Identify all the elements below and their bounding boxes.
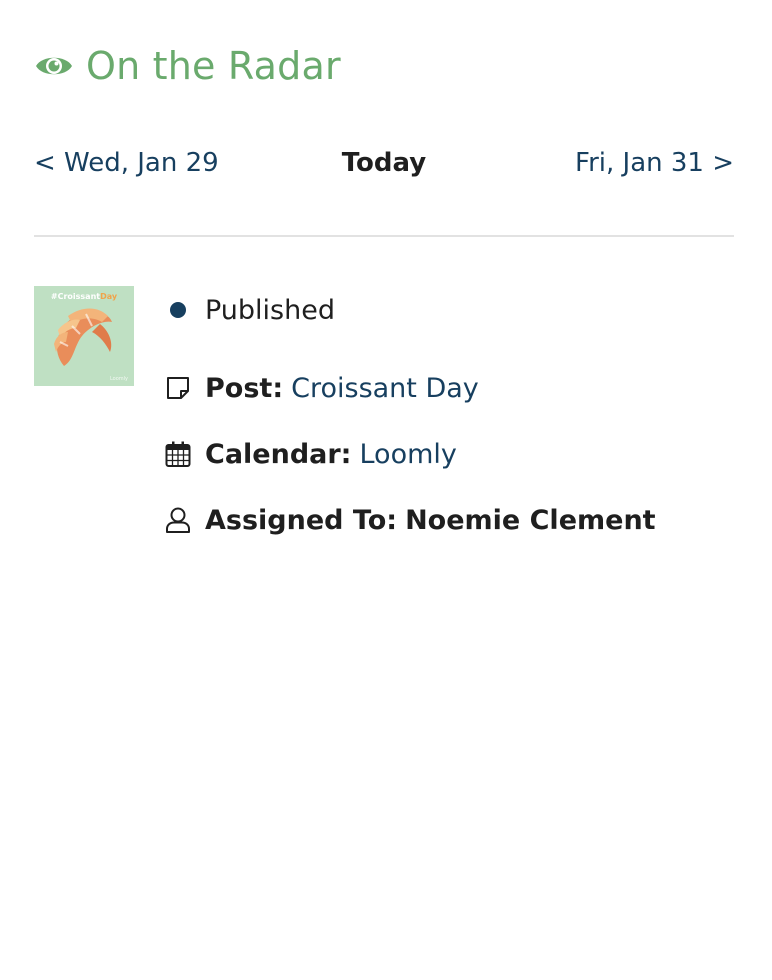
eye-icon (36, 57, 72, 75)
calendar-link[interactable]: Loomly (359, 439, 456, 470)
current-day-label: Today (341, 148, 427, 178)
widget-header: On the Radar (34, 40, 341, 92)
day-navigation: < Wed, Jan 29 Today Fri, Jan 31 > (34, 148, 734, 184)
previous-day-link[interactable]: < Wed, Jan 29 (34, 148, 219, 178)
assigned-label: Assigned To: (205, 504, 398, 536)
post-row: Post: Croissant Day (164, 368, 479, 408)
croissant-illustration (54, 308, 112, 366)
user-icon (164, 506, 192, 534)
status-label: Published (205, 294, 335, 326)
calendar-row: Calendar: Loomly (164, 434, 457, 474)
widget-title: On the Radar (86, 44, 341, 88)
post-thumbnail[interactable]: #CroissantDay Loomly (34, 286, 134, 386)
thumbnail-brand: Loomly (109, 376, 128, 382)
calendar-label: Calendar: (205, 438, 352, 470)
status-dot-icon (164, 296, 192, 324)
status-row: Published (164, 290, 335, 330)
post-label: Post: (205, 372, 284, 404)
post-title-link[interactable]: Croissant Day (291, 373, 479, 404)
divider (34, 235, 734, 237)
assigned-row: Assigned To: Noemie Clement (164, 500, 656, 540)
assignee-name: Noemie Clement (405, 504, 656, 536)
next-day-link[interactable]: Fri, Jan 31 > (575, 148, 734, 178)
sticky-note-icon (164, 374, 192, 402)
calendar-icon (164, 440, 192, 468)
